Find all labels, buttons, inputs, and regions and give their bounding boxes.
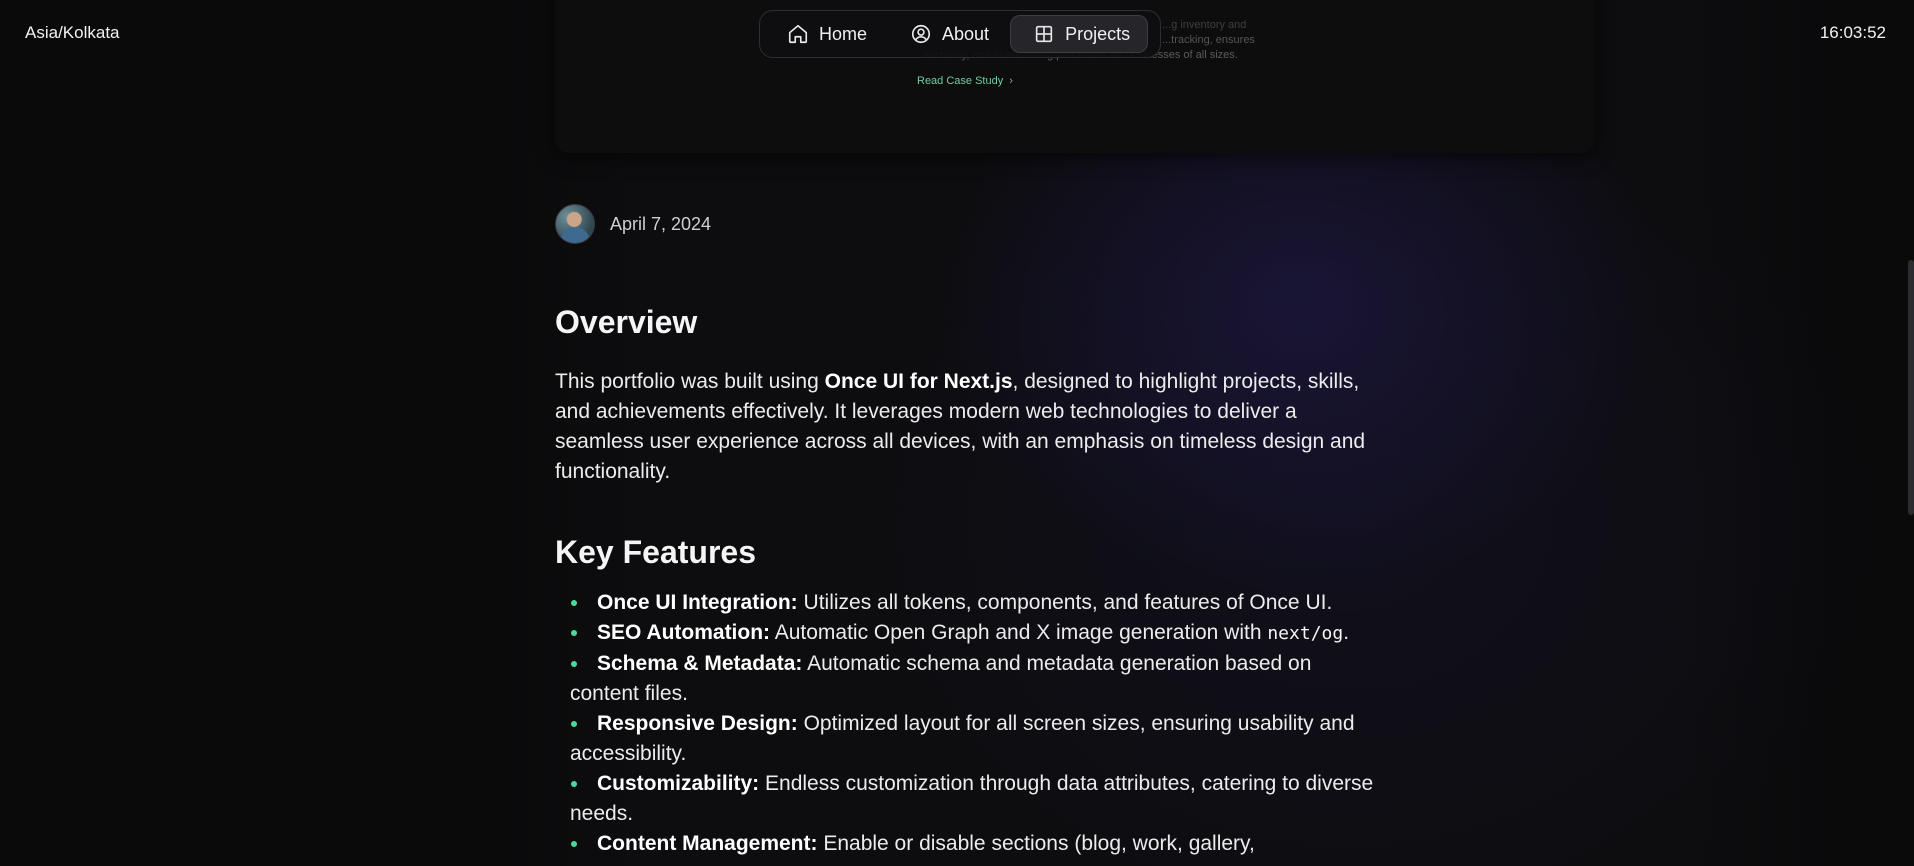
- scrollbar-thumb[interactable]: [1908, 260, 1914, 515]
- feature-code: next/og: [1267, 623, 1344, 644]
- avatar: [555, 204, 595, 244]
- read-case-study-label: Read Case Study: [917, 75, 1004, 87]
- feature-text: Enable or disable sections (blog, work, …: [817, 832, 1255, 855]
- list-item: Content Management: Enable or disable se…: [570, 829, 1380, 859]
- feature-title: Schema & Metadata:: [597, 652, 803, 675]
- main-nav: Home About Projects: [759, 10, 1161, 58]
- person-icon: [911, 24, 931, 44]
- key-features-heading: Key Features: [555, 534, 756, 570]
- home-icon: [788, 24, 808, 44]
- overview-text-prefix: This portfolio was built using: [555, 370, 825, 393]
- overview-heading: Overview: [555, 304, 698, 340]
- feature-text: Utilizes all tokens, components, and fea…: [797, 591, 1333, 614]
- overview-paragraph: This portfolio was built using Once UI f…: [555, 367, 1375, 487]
- nav-projects-label: Projects: [1065, 23, 1131, 44]
- features-list: Once UI Integration: Utilizes all tokens…: [570, 588, 1380, 859]
- feature-title: Customizability:: [597, 772, 760, 795]
- clock-time: 16:03:52: [1819, 23, 1886, 42]
- post-meta: April 7, 2024: [555, 204, 1375, 244]
- feature-title: SEO Automation:: [597, 621, 771, 644]
- nav-home-label: Home: [819, 23, 868, 44]
- timezone-label: Asia/Kolkata: [25, 23, 120, 42]
- post-date: April 7, 2024: [610, 213, 712, 234]
- read-case-study-link[interactable]: Read Case Study ›: [917, 75, 1013, 87]
- nav-projects[interactable]: Projects: [1010, 15, 1149, 53]
- feature-text: Automatic Open Graph and X image generat…: [770, 621, 1268, 644]
- overview-text-bold: Once UI for Next.js: [824, 370, 1013, 393]
- chevron-right-icon: ›: [1009, 75, 1013, 87]
- feature-text-after: .: [1343, 621, 1350, 644]
- grid-icon: [1035, 25, 1053, 43]
- list-item: Customizability: Endless customization t…: [570, 769, 1380, 829]
- page: ...g inventory and ...tracking, ensures …: [0, 0, 1914, 866]
- feature-title: Content Management:: [597, 832, 818, 855]
- list-item: Schema & Metadata: Automatic schema and …: [570, 649, 1380, 709]
- feature-title: Responsive Design:: [597, 712, 798, 735]
- list-item: Responsive Design: Optimized layout for …: [570, 709, 1380, 769]
- list-item: SEO Automation: Automatic Open Graph and…: [570, 618, 1380, 649]
- nav-about-label: About: [942, 23, 990, 44]
- feature-title: Once UI Integration:: [597, 591, 798, 614]
- article: April 7, 2024 Overview This portfolio wa…: [555, 204, 1375, 855]
- nav-home[interactable]: Home: [765, 15, 884, 53]
- nav-about[interactable]: About: [888, 15, 1006, 53]
- list-item: Once UI Integration: Utilizes all tokens…: [570, 588, 1380, 618]
